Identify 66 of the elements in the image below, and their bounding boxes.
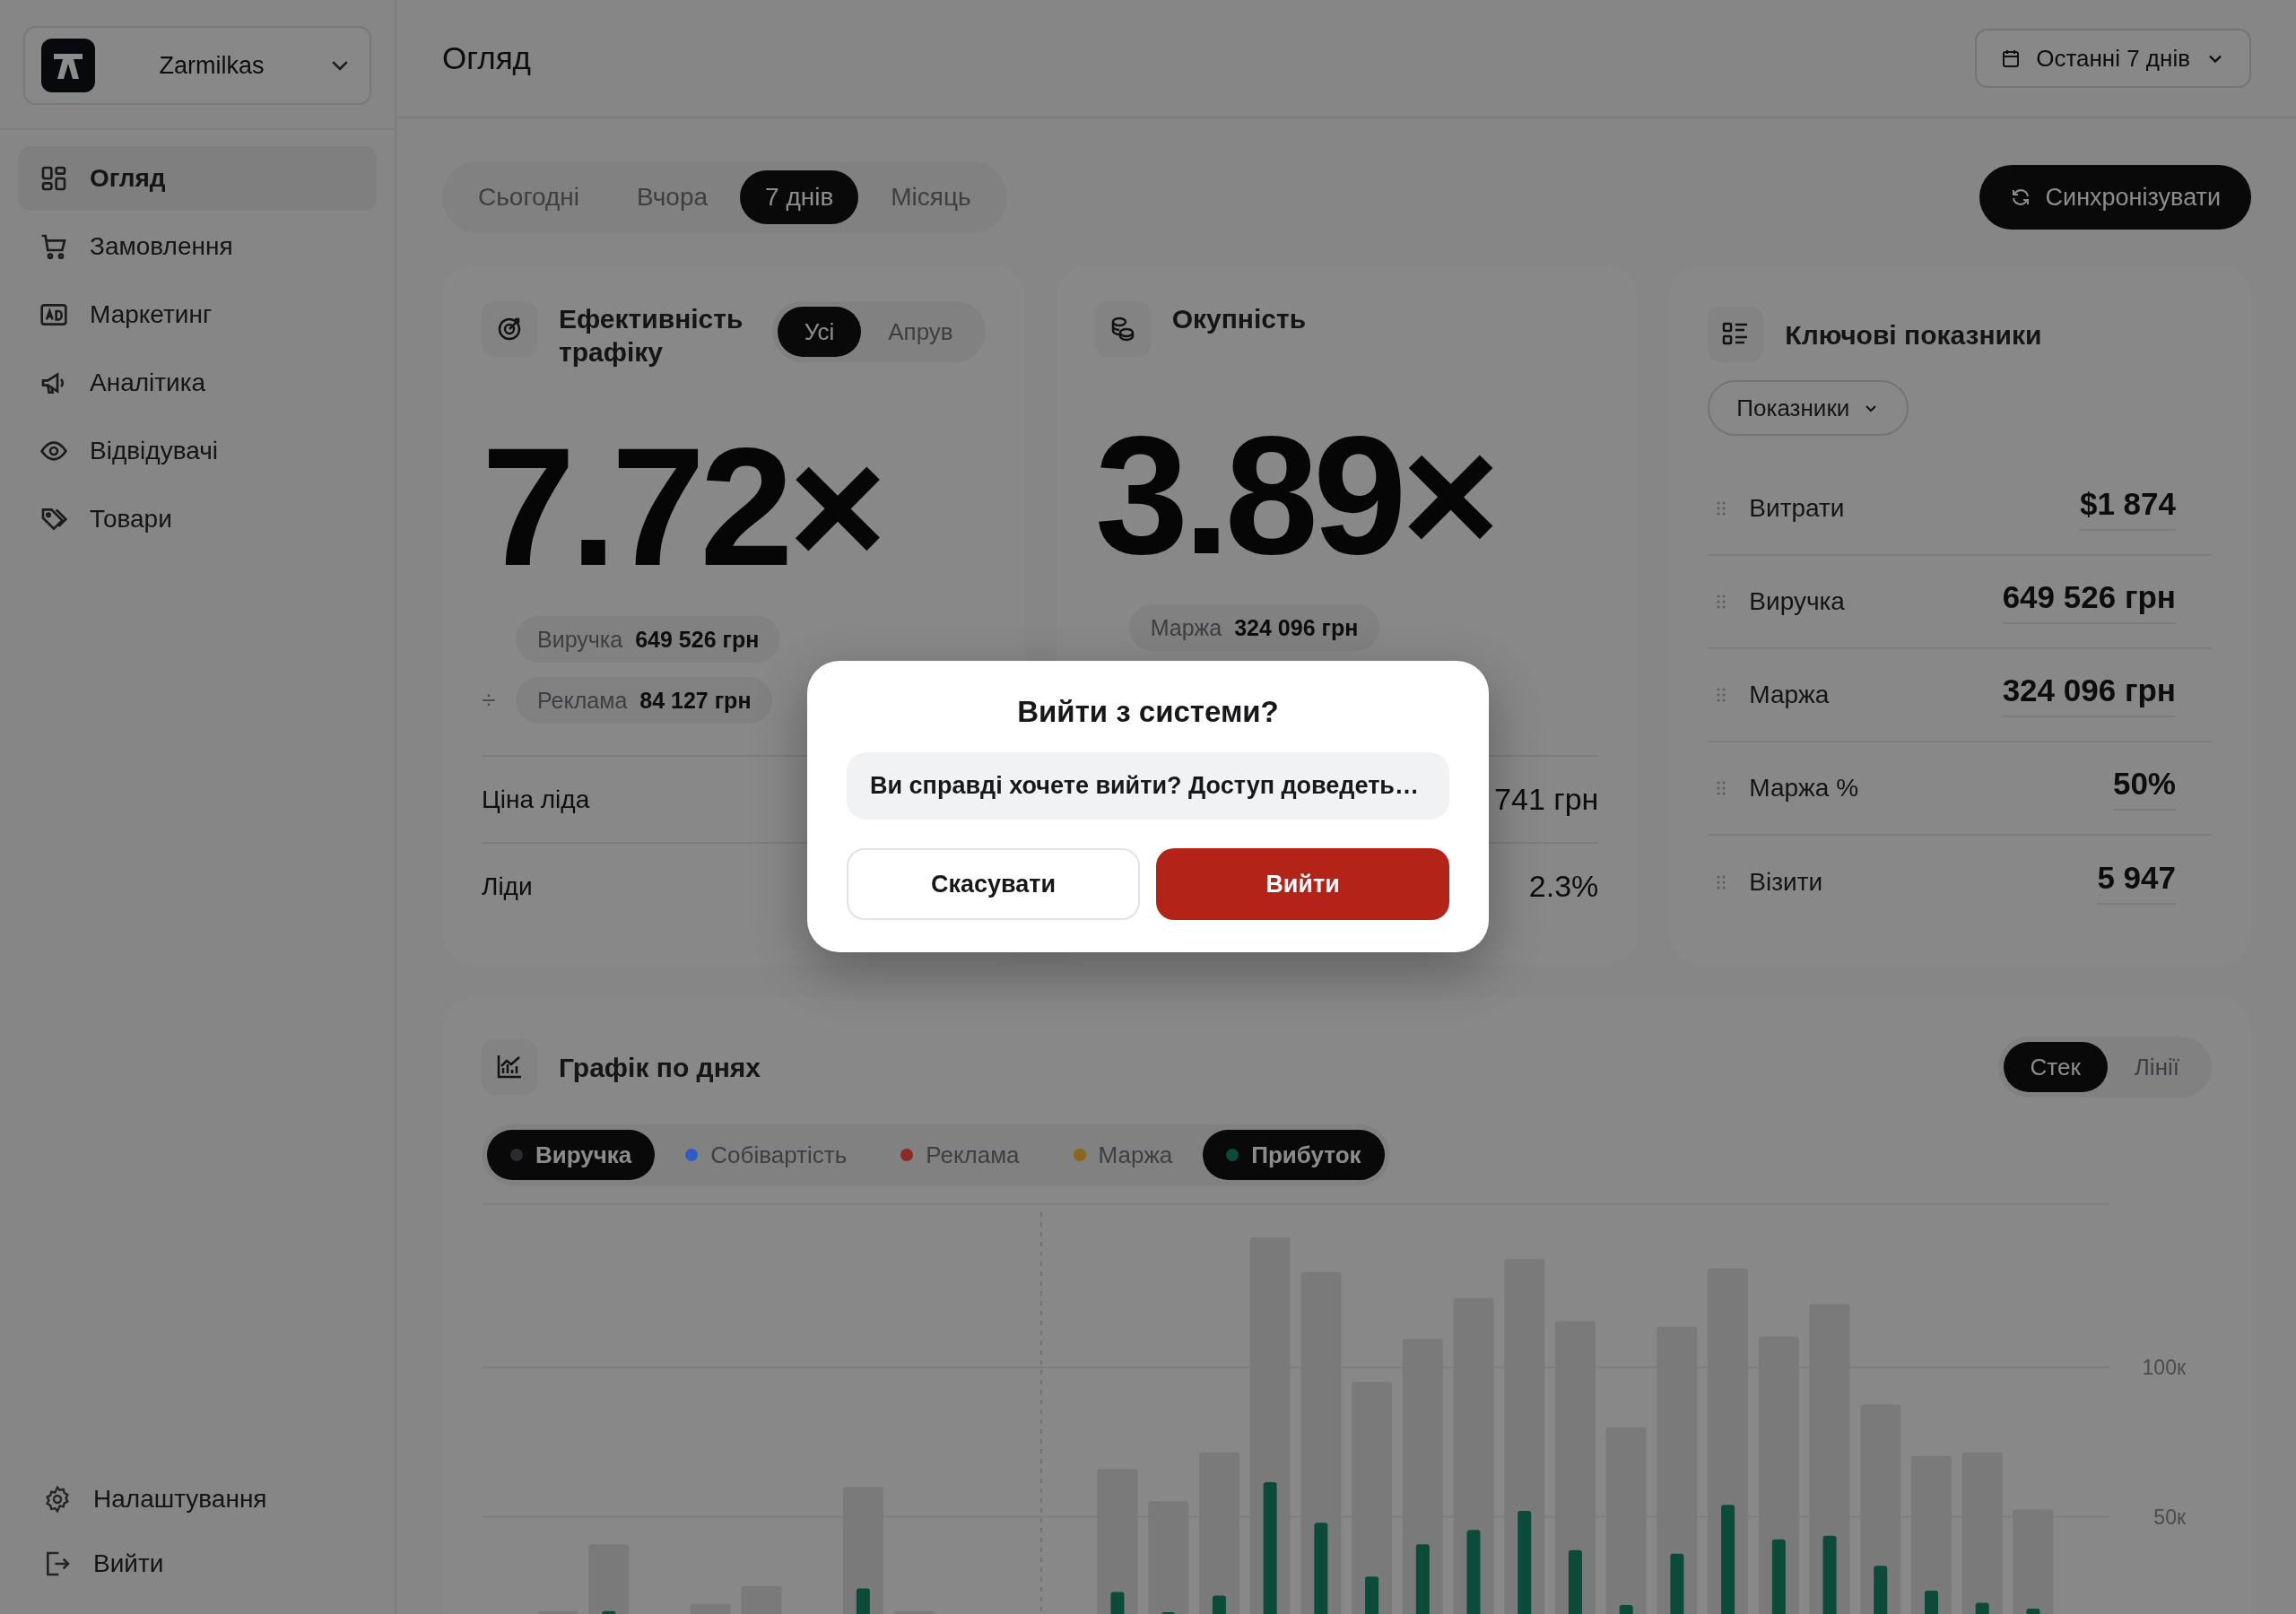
ratio-value: 3.89×: [1094, 411, 1496, 579]
chart-title: Графік по днях: [559, 1051, 761, 1084]
logo-icon: [41, 39, 95, 92]
card-title: Окупність: [1171, 303, 1308, 335]
nav-item[interactable]: Налаштування: [22, 1467, 373, 1532]
legend-toggle[interactable]: Собівартість: [662, 1130, 871, 1180]
metric-value: 5 947: [2097, 860, 2176, 905]
page-title: Огляд: [442, 40, 532, 76]
period-tab[interactable]: Місяць: [865, 170, 996, 224]
period-tab[interactable]: Сьогодні: [453, 170, 604, 224]
nav-item[interactable]: Аналітика: [18, 351, 377, 415]
view-tab[interactable]: Лінії: [2107, 1042, 2206, 1092]
view-tab[interactable]: Стек: [2003, 1042, 2108, 1092]
row-label: Ціна ліда: [482, 785, 590, 814]
nav-item[interactable]: Товари: [18, 487, 377, 551]
nav-item[interactable]: Замовлення: [18, 214, 377, 279]
nav-item[interactable]: Огляд: [18, 146, 377, 211]
drag-handle-icon[interactable]: [1717, 875, 1726, 889]
legend-toggle[interactable]: Прибуток: [1203, 1130, 1385, 1180]
grid-icon: [39, 164, 68, 193]
legend-toggle[interactable]: Маржа: [1049, 1130, 1196, 1180]
metric-value: 649 526 грн: [2002, 579, 2176, 624]
drag-handle-icon[interactable]: [1717, 594, 1726, 609]
metric-pill: Виручка 649 526 грн: [516, 616, 781, 664]
axis-label: 100к: [2142, 1356, 2186, 1380]
metric-label: Візити: [1749, 868, 1824, 897]
workspace-selector[interactable]: Zarmilkas: [23, 26, 371, 105]
dialog-message: Ви справді хочете вийти? Доступ доведеть…: [847, 752, 1449, 820]
filter-tab[interactable]: Усі: [777, 307, 862, 357]
metric-label: Маржа: [1749, 681, 1831, 709]
drag-handle-icon[interactable]: [1717, 501, 1726, 516]
divide-sign: ÷: [482, 686, 496, 716]
sync-button[interactable]: Синхронізувати: [1979, 165, 2251, 230]
dialog-title: Вийти з системи?: [1016, 695, 1280, 729]
date-range-button[interactable]: Останні 7 днів: [1975, 29, 2251, 88]
workspace-name: Zarmilkas: [158, 51, 265, 80]
metric-label: Витрати: [1749, 494, 1846, 523]
drag-handle-icon[interactable]: [1717, 781, 1726, 795]
metric-pill: Реклама 84 127 грн: [516, 677, 773, 725]
legend-toggle[interactable]: Виручка: [487, 1130, 656, 1180]
legend-toggle[interactable]: Реклама: [877, 1130, 1043, 1180]
metric-pill: Маржа 324 096 грн: [1128, 604, 1380, 651]
metric-value: $1 874: [2079, 486, 2176, 531]
period-tab[interactable]: 7 днів: [740, 170, 859, 224]
metric-label: Виручка: [1749, 587, 1846, 616]
row-value: 2.3%: [1528, 869, 1599, 904]
filter-tab[interactable]: Апрув: [861, 307, 980, 357]
settings-icon: [43, 1485, 72, 1514]
metrics-dropdown[interactable]: Показники: [1708, 380, 1909, 436]
period-tab[interactable]: Вчора: [611, 170, 734, 224]
metric-value: 324 096 грн: [2002, 672, 2176, 717]
metric-value: 50%: [2112, 766, 2176, 811]
nav-item[interactable]: Вийти: [22, 1532, 373, 1596]
row-label: Ліди: [482, 872, 533, 901]
cart-icon: [39, 232, 68, 261]
metric-label: Маржа %: [1749, 774, 1860, 803]
card-title: Ключові показники: [1785, 318, 2043, 351]
nav-item[interactable]: Маркетинг: [18, 282, 377, 347]
drag-handle-icon[interactable]: [1717, 688, 1726, 702]
nav-item[interactable]: Відвідувачі: [18, 419, 377, 483]
card-title: Ефективність трафіку: [559, 303, 744, 369]
ratio-value: 7.72×: [482, 422, 883, 592]
cancel-button[interactable]: Скасувати: [847, 848, 1140, 920]
axis-label: 50к: [2153, 1505, 2186, 1529]
row-value: 741 грн: [1494, 782, 1599, 817]
logout-button[interactable]: Вийти: [1156, 848, 1449, 920]
